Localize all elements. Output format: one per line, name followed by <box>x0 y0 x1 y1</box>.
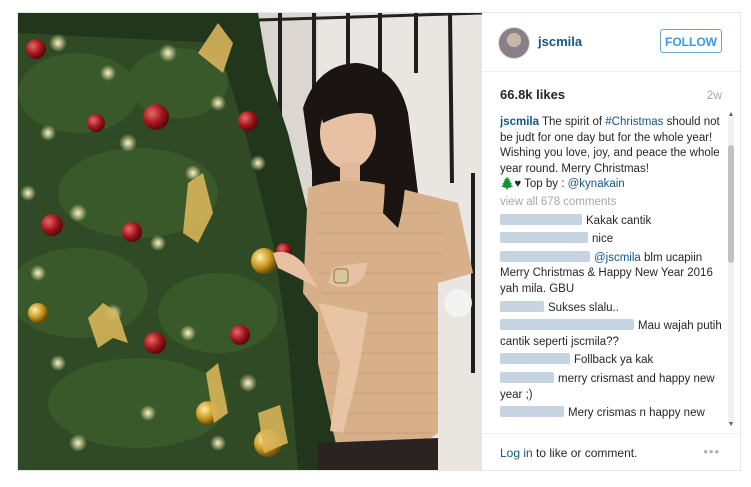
caption: jscmila The spirit of #Christmas should … <box>500 115 722 193</box>
comment: Mau wajah putih cantik seperti jscmila?? <box>500 319 722 350</box>
comment-text: Follback ya kak <box>574 354 654 367</box>
scroll-down-arrow-icon[interactable]: ▼ <box>726 421 736 429</box>
caption-text-1: The spirit of <box>539 116 606 128</box>
blurred-username[interactable] <box>500 300 544 312</box>
login-prompt-text: to like or comment. <box>532 446 638 460</box>
caption-mention-link[interactable]: @kynakain <box>568 178 625 190</box>
comment: Kakak cantik <box>500 213 722 230</box>
hashtag-link[interactable]: #Christmas <box>605 116 663 128</box>
christmas-tree-photo <box>18 13 482 470</box>
comment-text: nice <box>592 233 614 246</box>
post-header: jscmila FOLLOW <box>482 13 740 72</box>
blurred-username[interactable] <box>500 319 634 331</box>
blurred-username[interactable] <box>500 353 570 365</box>
comments-scrollbar[interactable]: ▲ ▼ <box>726 111 736 428</box>
login-link[interactable]: Log in <box>500 446 533 460</box>
likes-count[interactable]: 66.8k likes <box>500 87 565 102</box>
blurred-username[interactable] <box>500 406 564 418</box>
caption-emoji: 🌲♥ <box>500 178 522 191</box>
post-footer: Log in to like or comment. ••• <box>482 433 740 471</box>
post-photo[interactable] <box>18 13 482 470</box>
comment: Sukses slalu.. <box>500 300 722 317</box>
comment-text: Sukses slalu.. <box>548 301 619 314</box>
login-prompt: Log in to like or comment. <box>500 446 637 460</box>
post-card: jscmila FOLLOW 66.8k likes 2w jscmila Th… <box>17 12 741 471</box>
scroll-up-arrow-icon[interactable]: ▲ <box>726 111 736 119</box>
view-all-comments-link[interactable]: view all 678 comments <box>500 195 722 211</box>
more-options-icon[interactable]: ••• <box>703 444 720 459</box>
blurred-username[interactable] <box>500 232 588 244</box>
username-link[interactable]: jscmila <box>538 34 582 49</box>
post-age[interactable]: 2w <box>707 88 722 102</box>
comments-list: jscmila The spirit of #Christmas should … <box>500 115 722 421</box>
comment-mention-link[interactable]: @jscmila <box>594 252 641 264</box>
follow-button[interactable]: FOLLOW <box>660 29 722 53</box>
blurred-username[interactable] <box>500 371 554 383</box>
avatar[interactable] <box>498 27 530 59</box>
comment-text: Kakak cantik <box>586 214 652 227</box>
comment: Mery crismas n happy new year GBU <box>500 406 722 421</box>
comment: merry crismast and happy new year ;) <box>500 371 722 403</box>
blurred-username[interactable] <box>500 250 590 262</box>
scrollbar-thumb[interactable] <box>728 145 734 263</box>
caption-username[interactable]: jscmila <box>500 116 539 128</box>
comment: Follback ya kak <box>500 353 722 369</box>
caption-top-by: Top by : <box>521 178 568 191</box>
comment: @jscmila blm ucapiin Merry Christmas & H… <box>500 250 722 298</box>
side-panel: jscmila FOLLOW 66.8k likes 2w jscmila Th… <box>482 13 740 470</box>
comment: nice <box>500 232 722 248</box>
blurred-username[interactable] <box>500 213 582 225</box>
